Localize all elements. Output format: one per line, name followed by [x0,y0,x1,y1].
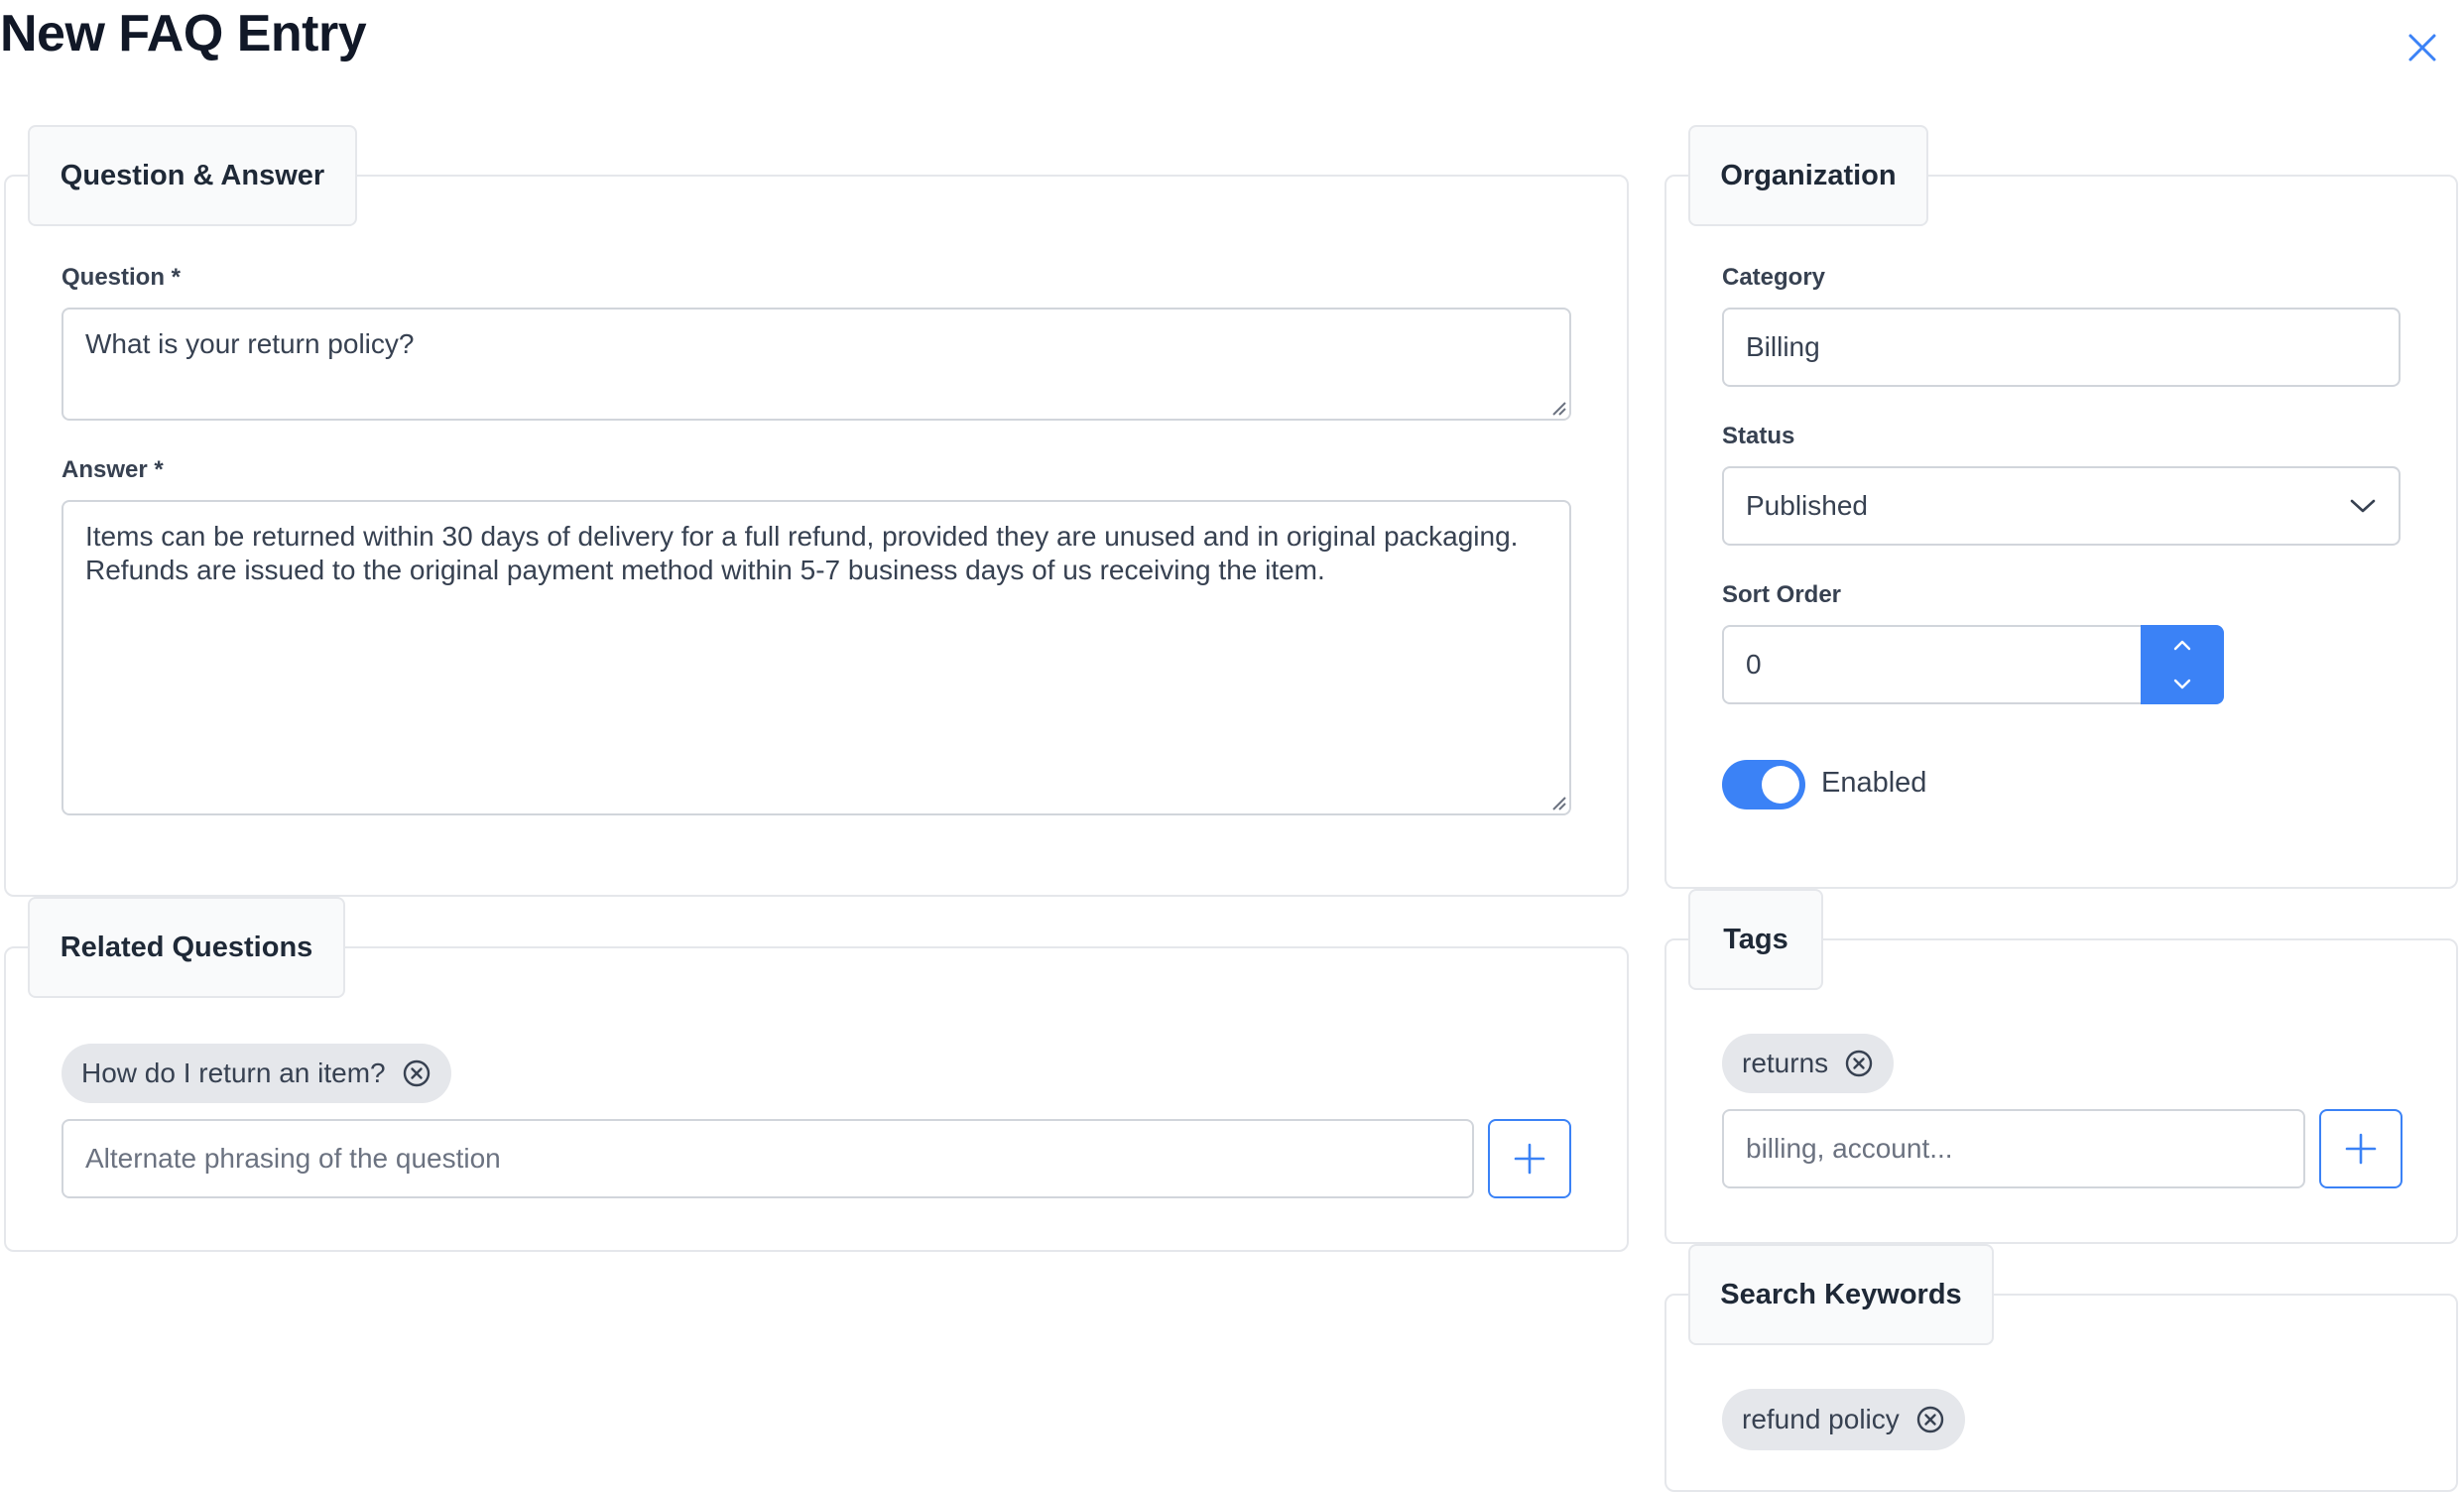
question-value: What is your return policy? [85,328,415,359]
organization-legend: Organization [1688,125,1928,226]
enabled-label: Enabled [1821,767,1927,799]
answer-label: Answer * [62,456,164,483]
related-question-chip: How do I return an item? [62,1044,451,1103]
chip-label: How do I return an item? [81,1057,386,1088]
chip-label: refund policy [1742,1404,1900,1434]
remove-chip-icon[interactable] [402,1058,431,1088]
keyword-chip: refund policy [1722,1389,1965,1450]
chevron-down-icon [2350,499,2376,513]
close-icon [2408,34,2436,62]
chevron-up-icon [2173,640,2191,651]
tag-input[interactable]: billing, account... [1722,1109,2305,1188]
remove-chip-icon[interactable] [1915,1405,1945,1434]
decrement-button[interactable] [2141,665,2224,704]
plus-icon [1514,1143,1545,1175]
answer-textarea[interactable]: Items can be returned within 30 days of … [62,500,1571,815]
remove-chip-icon[interactable] [1844,1049,1874,1078]
related-question-input[interactable]: Alternate phrasing of the question [62,1119,1474,1198]
dialog-title: New FAQ Entry [0,5,367,62]
increment-button[interactable] [2141,625,2224,665]
sort-order-input[interactable]: 0 [1722,625,2145,704]
chevron-down-icon [2173,679,2191,689]
status-label: Status [1722,423,1795,449]
resize-handle-icon[interactable] [1549,794,1567,811]
enabled-toggle[interactable] [1722,760,1805,809]
category-label: Category [1722,264,1826,291]
tag-chip: returns [1722,1034,1895,1093]
qa-legend: Question & Answer [28,125,357,226]
keywords-legend: Search Keywords [1688,1244,1994,1345]
status-select[interactable]: Published [1722,466,2401,546]
answer-value: Items can be returned within 30 days of … [85,521,1519,585]
related-legend: Related Questions [28,897,345,998]
related-input-placeholder: Alternate phrasing of the question [85,1143,501,1174]
chip-label: returns [1742,1048,1829,1078]
add-related-question-button[interactable] [1488,1119,1571,1198]
category-value: Billing [1746,331,1820,362]
tags-legend: Tags [1688,889,1823,990]
close-button[interactable] [2393,18,2452,77]
toggle-knob [1762,766,1799,804]
resize-handle-icon[interactable] [1549,399,1567,417]
question-label: Question * [62,264,182,291]
sort-order-value: 0 [1746,649,1762,680]
plus-icon [2345,1133,2377,1165]
tag-input-placeholder: billing, account... [1746,1133,1953,1164]
sort-order-label: Sort Order [1722,581,1842,608]
category-input[interactable]: Billing [1722,308,2401,387]
status-value: Published [1746,490,1868,521]
sort-order-stepper[interactable] [2141,625,2224,704]
question-textarea[interactable]: What is your return policy? [62,308,1571,421]
add-tag-button[interactable] [2319,1109,2402,1188]
